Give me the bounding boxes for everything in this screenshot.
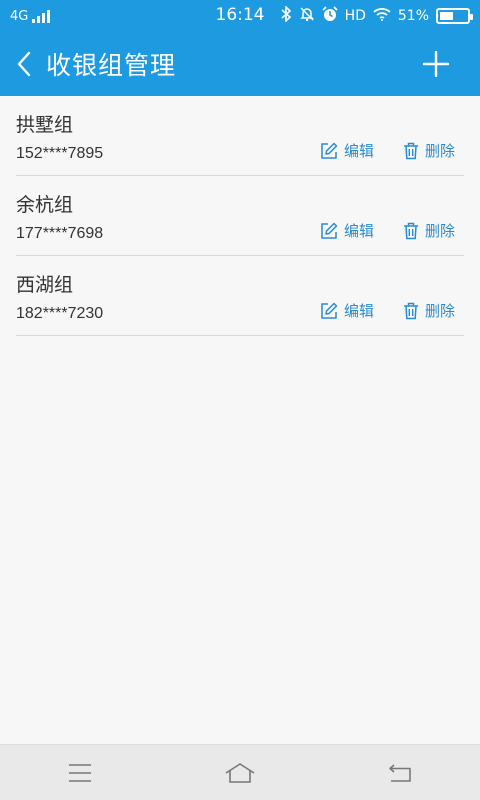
home-icon: [225, 762, 255, 783]
edit-icon: [321, 142, 338, 159]
bluetooth-icon: [281, 5, 292, 26]
status-bar: 4G 16:14 HD 51%: [0, 0, 480, 32]
edit-label: 编辑: [344, 142, 375, 160]
edit-label: 编辑: [344, 222, 375, 240]
menu-button[interactable]: [50, 753, 110, 793]
menu-icon: [69, 763, 91, 782]
home-button[interactable]: [210, 753, 270, 793]
wifi-icon: [373, 7, 391, 25]
delete-button[interactable]: 删除: [403, 220, 455, 241]
add-group-button[interactable]: [412, 40, 460, 88]
delete-button[interactable]: 删除: [403, 140, 455, 161]
page-title: 收银组管理: [46, 51, 177, 80]
delete-button[interactable]: 删除: [403, 300, 455, 321]
silent-icon: [299, 6, 315, 26]
group-name: 西湖组: [16, 274, 74, 296]
system-nav-bar: [0, 744, 480, 800]
chevron-left-icon: [17, 51, 31, 77]
back-button[interactable]: [2, 32, 46, 96]
signal-icon: [32, 9, 51, 23]
edit-button[interactable]: 编辑: [320, 300, 374, 321]
plus-icon: [423, 51, 449, 77]
group-phone: 152****7895: [16, 145, 104, 162]
edit-label: 编辑: [344, 302, 375, 320]
battery-icon: [436, 8, 473, 24]
back-nav-button[interactable]: [370, 753, 430, 793]
list-item: 西湖组 182****7230 编辑 删除: [16, 256, 464, 336]
hd-label: HD: [344, 8, 366, 24]
delete-label: 删除: [425, 302, 456, 320]
back-icon: [389, 763, 411, 782]
group-name: 拱墅组: [16, 114, 74, 136]
edit-button[interactable]: 编辑: [320, 140, 374, 161]
screen: 4G 16:14 HD 51% 收银组管理 拱墅组 152****7895 编辑…: [0, 0, 480, 800]
alarm-icon: [321, 6, 338, 26]
group-phone: 177****7698: [16, 225, 104, 242]
status-right: HD 51%: [281, 5, 473, 26]
group-list: 拱墅组 152****7895 编辑 删除 余杭组 177****7698 编辑…: [0, 96, 480, 336]
group-name: 余杭组: [16, 194, 74, 216]
trash-icon: [404, 222, 418, 239]
edit-button[interactable]: 编辑: [320, 220, 374, 241]
battery-fill: [440, 12, 454, 20]
trash-icon: [404, 302, 418, 319]
group-phone: 182****7230: [16, 305, 104, 322]
list-item: 拱墅组 152****7895 编辑 删除: [16, 96, 464, 176]
delete-label: 删除: [425, 142, 456, 160]
network-type: 4G: [10, 8, 29, 24]
app-bar: 收银组管理: [0, 32, 480, 96]
delete-label: 删除: [425, 222, 456, 240]
list-item: 余杭组 177****7698 编辑 删除: [16, 176, 464, 256]
trash-icon: [404, 142, 418, 159]
battery-percent: 51%: [397, 8, 429, 24]
edit-icon: [321, 222, 338, 239]
status-left: 4G: [10, 9, 130, 24]
edit-icon: [321, 302, 338, 319]
